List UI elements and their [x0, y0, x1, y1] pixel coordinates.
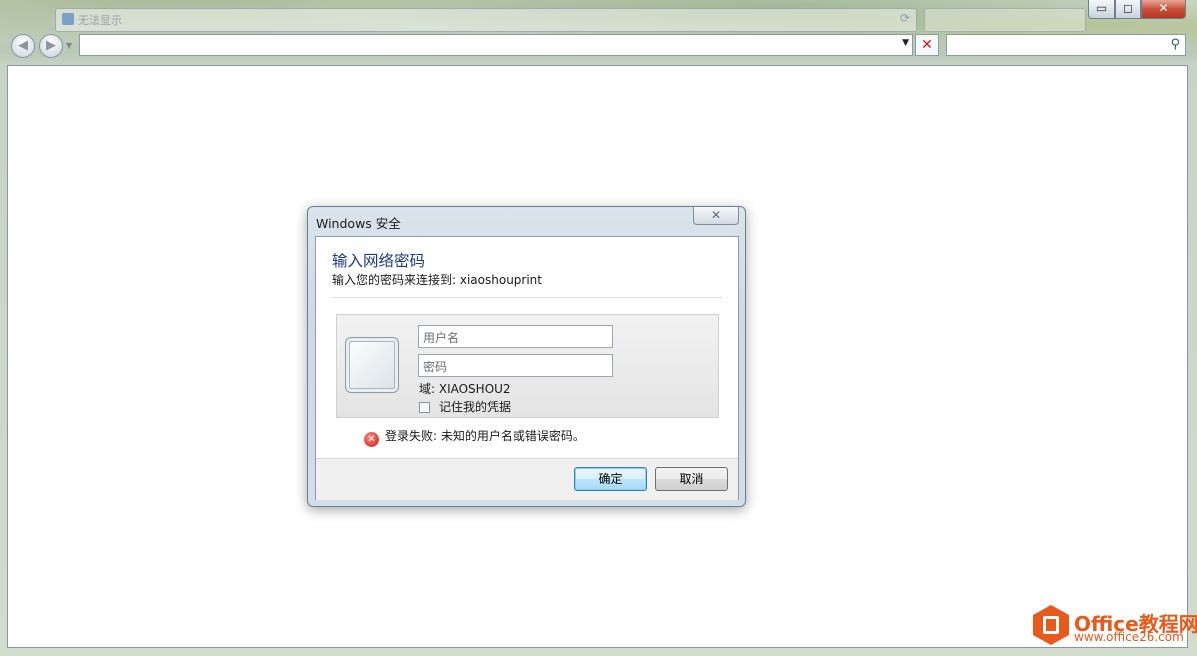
recent-pages-dropdown-icon[interactable]: ▼ — [66, 41, 72, 50]
back-button[interactable]: ◀ — [11, 34, 35, 58]
ok-button[interactable]: 确定 — [574, 467, 647, 491]
search-icon[interactable]: ⚲ — [1170, 37, 1180, 52]
dialog-body: 输入网络密码 输入您的密码来连接到: xiaoshouprint 用户名 密码 … — [315, 236, 739, 500]
search-input[interactable]: ⚲ — [946, 34, 1186, 56]
maximize-button[interactable]: ◻ — [1115, 0, 1141, 19]
address-bar[interactable]: ▼ — [79, 34, 913, 56]
top-search-ghost — [924, 8, 1086, 32]
tab-strip[interactable]: 无法显示 ⟳ — [55, 8, 917, 32]
remember-checkbox[interactable] — [419, 402, 430, 413]
remember-credentials-option[interactable]: 记住我的凭据 — [419, 398, 511, 415]
username-field[interactable]: 用户名 — [418, 325, 613, 348]
cancel-button[interactable]: 取消 — [655, 467, 728, 491]
dialog-heading: 输入网络密码 — [332, 252, 426, 270]
minimize-button[interactable]: ▭ — [1088, 0, 1115, 19]
stop-button[interactable]: ✕ — [915, 34, 939, 56]
domain-label: 域: XIAOSHOU2 — [419, 382, 511, 396]
user-avatar-icon — [345, 337, 399, 393]
forward-button[interactable]: ▶ — [39, 34, 63, 58]
dialog-subtitle: 输入您的密码来连接到: xiaoshouprint — [332, 273, 542, 287]
credential-tile[interactable]: 用户名 密码 域: XIAOSHOU2 记住我的凭据 — [336, 314, 719, 418]
refresh-icon[interactable]: ⟳ — [900, 11, 910, 25]
tab-title: 无法显示 — [78, 14, 122, 27]
divider — [332, 297, 722, 298]
close-window-button[interactable]: ✕ — [1141, 0, 1186, 19]
error-icon: ✕ — [364, 432, 379, 447]
remember-label[interactable]: 记住我的凭据 — [439, 400, 511, 414]
button-area: 确定 取消 — [316, 458, 738, 500]
error-message: ✕ 登录失败: 未知的用户名或错误密码。 — [364, 427, 585, 447]
windows-security-dialog: Windows 安全 ✕ 输入网络密码 输入您的密码来连接到: xiaoshou… — [307, 206, 746, 507]
address-dropdown-icon[interactable]: ▼ — [902, 38, 909, 48]
error-text: 登录失败: 未知的用户名或错误密码。 — [385, 429, 585, 443]
dialog-title: Windows 安全 — [316, 216, 401, 231]
password-field[interactable]: 密码 — [418, 354, 613, 377]
watermark-url: www.office26.com — [1074, 630, 1184, 644]
dialog-close-button[interactable]: ✕ — [693, 207, 739, 225]
page-favicon-icon — [62, 13, 74, 25]
